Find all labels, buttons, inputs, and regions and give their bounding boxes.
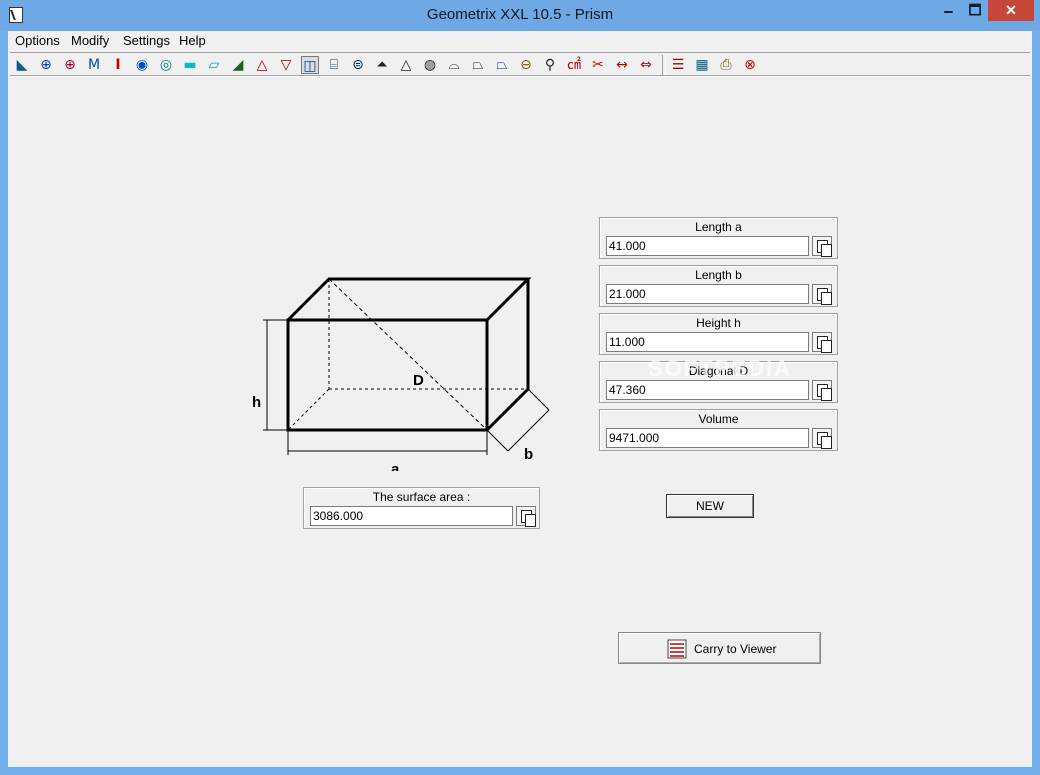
circle-cross-icon[interactable]: ⊕ (37, 56, 55, 74)
dimension-icon[interactable]: ↔ (613, 56, 631, 74)
m-profile-icon[interactable]: M (85, 56, 103, 74)
prism-icon[interactable]: ◫ (301, 56, 319, 74)
app-window: Geometrix XXL 10.5 - Prism 🗕 🗖 ✕ Options… (0, 0, 1040, 775)
label-a: a (391, 461, 400, 471)
pyramid-icon[interactable]: ⏶ (373, 56, 391, 74)
right-triangle-icon[interactable]: ◢ (229, 56, 247, 74)
surface-area-input[interactable]: 3086.000 (310, 506, 513, 526)
length-b-input[interactable]: 21.000 (606, 284, 809, 304)
scissors-icon[interactable]: ✂ (589, 56, 607, 74)
parallelogram-icon[interactable]: ▱ (205, 56, 223, 74)
prism-drawing: a b h D (252, 277, 550, 471)
triangle-icon[interactable]: △ (253, 56, 271, 74)
torus-icon[interactable]: ⊖ (517, 56, 535, 74)
menu-bar: Options Modify Settings Help (8, 31, 1032, 51)
spherical-cap-icon[interactable]: ⌓ (445, 56, 463, 74)
truncated-cone-icon[interactable]: ⏢ (493, 56, 511, 74)
length-b-group: Length b 21.000 (599, 265, 838, 307)
calculator-icon[interactable]: ▦ (693, 56, 711, 74)
dimension-b-tick (527, 388, 550, 411)
surface-area-group: The surface area : 3086.000 (303, 487, 540, 529)
cylinder-icon[interactable]: ⌸ (325, 56, 343, 74)
tetrahedron-icon[interactable]: △ (397, 56, 415, 74)
copy-icon (817, 384, 832, 401)
close-button[interactable]: ✕ (988, 0, 1034, 21)
weight-icon[interactable]: ⚲ (541, 56, 559, 74)
printer-icon[interactable]: ⎙ (717, 56, 735, 74)
maximize-button[interactable]: 🗖 (962, 0, 988, 21)
circle-target-icon[interactable]: ◉ (133, 56, 151, 74)
copy-icon (817, 336, 832, 353)
title-bar[interactable]: Geometrix XXL 10.5 - Prism 🗕 🗖 ✕ (0, 0, 1040, 31)
copy-length-a-button[interactable] (812, 236, 832, 257)
volume-group: Volume 9471.000 (599, 409, 838, 451)
height-h-group: Height h 11.000 (599, 313, 838, 355)
copy-icon (817, 288, 832, 305)
copy-diagonal-d-button[interactable] (812, 380, 832, 401)
circle-target-2-icon[interactable]: ◎ (157, 56, 175, 74)
length-b-label: Length b (695, 268, 742, 282)
copy-icon (817, 240, 832, 257)
toolbar-separator (662, 55, 666, 75)
label-h: h (252, 394, 261, 411)
front-face (286, 318, 489, 432)
list-icon (667, 639, 687, 659)
window-title: Geometrix XXL 10.5 - Prism (426, 6, 614, 23)
watermark: SOFTPEDIA (648, 356, 792, 381)
length-a-input[interactable]: 41.000 (606, 236, 809, 256)
label-b: b (524, 446, 533, 463)
volume-input[interactable]: 9471.000 (606, 428, 809, 448)
measure-icon[interactable]: ⇔ (637, 56, 655, 74)
diagonal-d-input[interactable]: 47.360 (606, 380, 809, 400)
copy-height-h-button[interactable] (812, 332, 832, 353)
menu-modify[interactable]: Modify (71, 33, 109, 48)
copy-icon (817, 432, 832, 449)
exit-icon[interactable]: ⊗ (741, 56, 759, 74)
client-area: Options Modify Settings Help ◣ ⊕ ⊕ M I ◉… (8, 31, 1032, 767)
minimize-button[interactable]: 🗕 (935, 0, 962, 21)
cone-icon[interactable]: ▽ (277, 56, 295, 74)
space-diagonal (328, 278, 488, 431)
new-button[interactable]: NEW (666, 494, 754, 518)
side-face (485, 279, 530, 432)
volume-label: Volume (698, 412, 739, 426)
menu-options[interactable]: Options (15, 33, 60, 48)
menu-help[interactable]: Help (179, 33, 206, 48)
menu-settings[interactable]: Settings (123, 33, 170, 48)
sphere-icon[interactable]: ◍ (421, 56, 439, 74)
height-h-input[interactable]: 11.000 (606, 332, 809, 352)
area-tool-icon[interactable]: ◣ (13, 56, 31, 74)
dimension-b (507, 409, 550, 452)
dimension-b-tick (486, 429, 509, 452)
top-face (286, 277, 532, 322)
copy-length-b-button[interactable] (812, 284, 832, 305)
barrel-icon[interactable]: ⊜ (349, 56, 367, 74)
length-a-group: Length a 41.000 (599, 217, 838, 259)
carry-to-viewer-label: Carry to Viewer (694, 642, 777, 656)
height-h-label: Height h (696, 316, 741, 330)
copy-icon (521, 510, 536, 527)
label-d: D (413, 372, 424, 389)
list-icon[interactable]: ☰ (669, 56, 687, 74)
copy-surface-area-button[interactable] (516, 506, 536, 527)
rectangle-icon[interactable]: ▬ (181, 56, 199, 74)
circle-cross-red-icon[interactable]: ⊕ (61, 56, 79, 74)
toolbar: ◣ ⊕ ⊕ M I ◉ ◎ ▬ ▱ ◢ △ ▽ ◫ ⌸ ⊜ ⏶ △ ◍ ⌓ ⏢ … (10, 52, 1030, 77)
surface-area-label: The surface area : (372, 490, 471, 504)
hidden-edge (287, 388, 330, 431)
i-beam-icon[interactable]: I (109, 56, 127, 74)
copy-volume-button[interactable] (812, 428, 832, 449)
length-a-label: Length a (695, 220, 742, 234)
frustum-icon[interactable]: ⏢ (469, 56, 487, 74)
carry-to-viewer-button[interactable]: Carry to Viewer (618, 632, 821, 664)
calc-icon[interactable]: ㎠ (565, 56, 583, 74)
